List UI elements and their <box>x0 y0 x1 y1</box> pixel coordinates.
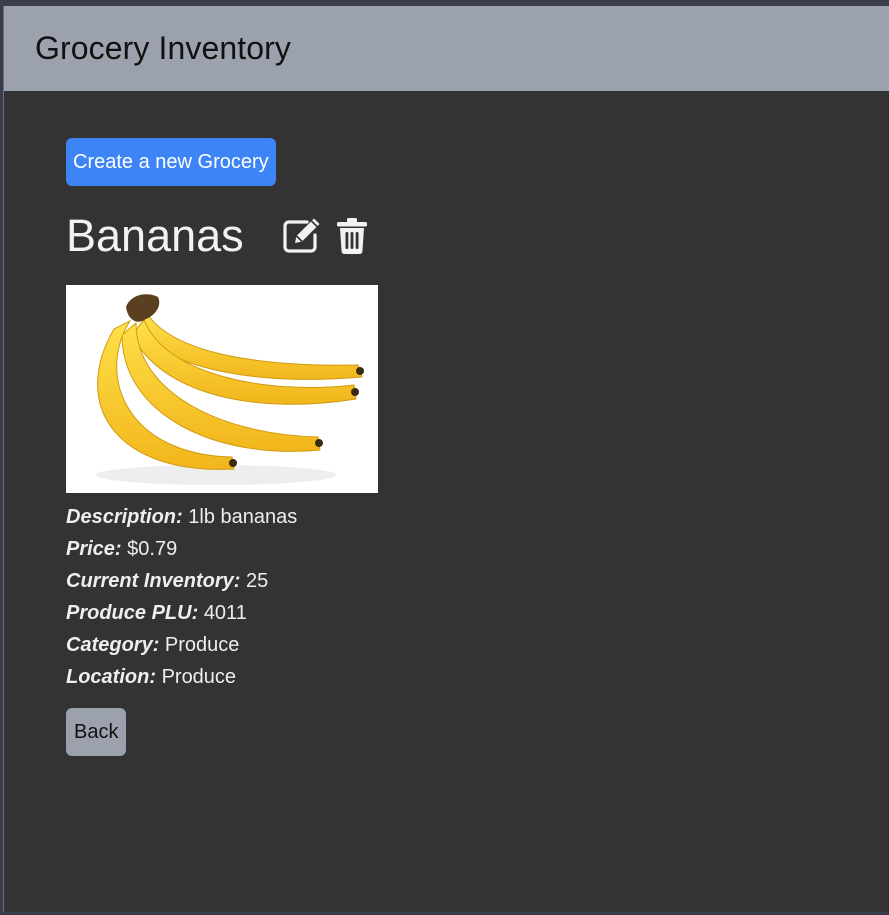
detail-value: 25 <box>246 570 269 592</box>
navbar: Grocery Inventory <box>4 6 889 91</box>
detail-category: Category: Produce <box>66 629 297 661</box>
detail-description: Description: 1lb bananas <box>66 501 297 533</box>
detail-label: Current Inventory: <box>66 570 241 592</box>
detail-label: Category: <box>66 634 160 656</box>
detail-price: Price: $0.79 <box>66 533 297 565</box>
item-name: Bananas <box>66 210 244 261</box>
item-detail: Create a new Grocery Bananas Description… <box>66 138 566 756</box>
detail-label: Produce PLU: <box>66 602 199 624</box>
back-button[interactable]: Back <box>66 708 127 756</box>
detail-produce-plu: Produce PLU: 4011 <box>66 597 297 629</box>
create-grocery-button[interactable]: Create a new Grocery <box>66 138 276 186</box>
detail-label: Location: <box>66 666 156 688</box>
detail-value: 4011 <box>203 602 247 624</box>
app-frame: Grocery Inventory Create a new Grocery B… <box>3 6 889 912</box>
item-title-row: Bananas <box>66 208 368 264</box>
detail-value: $0.79 <box>127 538 178 560</box>
product-image <box>66 285 378 493</box>
detail-value: 1lb bananas <box>188 506 298 528</box>
detail-value: Produce <box>164 634 240 656</box>
detail-label: Price: <box>66 538 122 560</box>
edit-icon[interactable] <box>282 216 322 259</box>
detail-location: Location: Produce <box>66 661 297 693</box>
trash-icon[interactable] <box>336 217 368 260</box>
item-details: Description: 1lb bananas Price: $0.79 Cu… <box>66 501 297 693</box>
app-title[interactable]: Grocery Inventory <box>35 30 291 67</box>
detail-label: Description: <box>66 506 183 528</box>
detail-current-inventory: Current Inventory: 25 <box>66 565 297 597</box>
detail-value: Produce <box>161 666 237 688</box>
